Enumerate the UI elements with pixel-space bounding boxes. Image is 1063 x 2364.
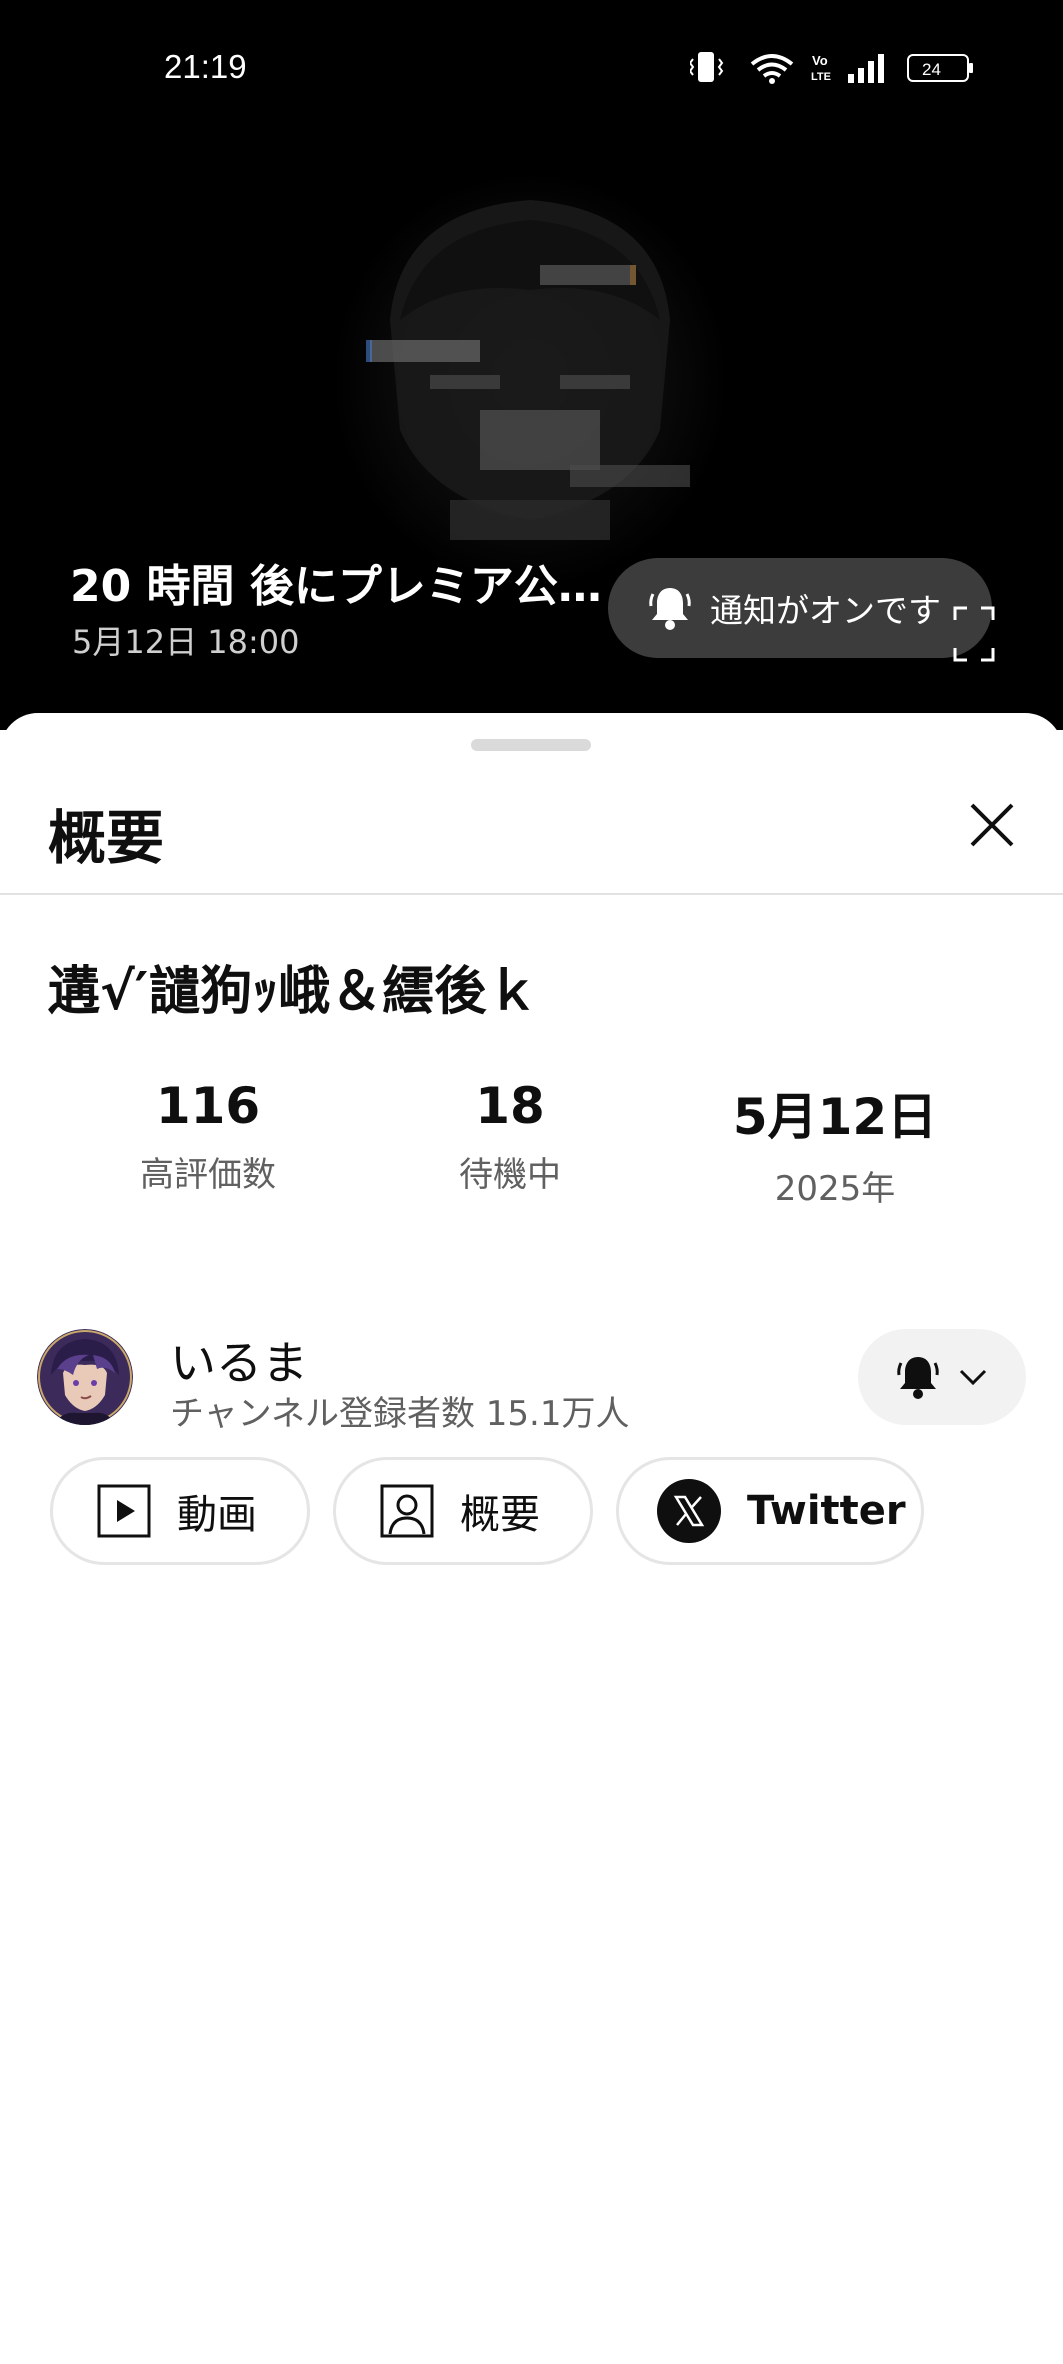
status-time: 21:19 <box>164 48 247 85</box>
description-sheet: 概要 遘√′譴狗ｯ峨＆繧後ｋ 116 高評価数 18 待機中 5月12日 202… <box>0 713 1063 2364</box>
stat-likes: 116 高評価数 <box>108 1077 308 1196</box>
subscriber-count: チャンネル登録者数 15.1万人 <box>170 1394 630 1434</box>
screen: 21:19 Vo LTE 24 20 時間 後にプレミア公… 5月12日 18:… <box>0 0 1063 2364</box>
chip-label: Twitter <box>747 1488 906 1534</box>
volte-icon: Vo LTE <box>811 53 831 83</box>
chip-label: 動画 <box>177 1492 257 1538</box>
vibrate-icon <box>690 52 724 82</box>
stat-waiting: 18 待機中 <box>410 1077 610 1196</box>
svg-text:Vo: Vo <box>812 53 828 68</box>
notification-on-label: 通知がオンです <box>710 591 941 630</box>
channel-name[interactable]: いるま <box>170 1327 308 1393</box>
status-icons: Vo LTE 24 <box>690 52 973 84</box>
x-logo-icon <box>657 1479 721 1543</box>
premiere-datetime: 5月12日 18:00 <box>72 623 300 661</box>
premiere-countdown-title: 20 時間 後にプレミア公… <box>70 561 602 612</box>
sheet-drag-handle[interactable] <box>471 739 591 751</box>
video-player[interactable]: 21:19 Vo LTE 24 20 時間 後にプレミア公… 5月12日 18:… <box>0 0 1063 730</box>
thumbnail-artwork <box>366 200 690 540</box>
stat-date: 5月12日 2025年 <box>700 1077 970 1210</box>
stat-label: 待機中 <box>459 1155 561 1195</box>
close-icon[interactable] <box>962 795 1022 855</box>
play-icon <box>97 1484 151 1538</box>
stat-value: 116 <box>155 1077 261 1135</box>
channel-avatar[interactable] <box>37 1329 133 1425</box>
battery-level: 24 <box>922 60 941 79</box>
notification-on-toast[interactable]: 通知がオンです <box>608 558 992 658</box>
stat-label: 高評価数 <box>140 1155 276 1195</box>
stat-value: 5月12日 <box>732 1088 938 1146</box>
wifi-icon <box>750 54 794 84</box>
videos-chip[interactable]: 動画 <box>50 1457 310 1565</box>
stat-value: 18 <box>475 1077 545 1135</box>
sheet-title: 概要 <box>48 804 165 872</box>
header-divider <box>0 893 1063 895</box>
chevron-down-icon <box>959 1369 987 1386</box>
bell-ringing-icon <box>897 1357 939 1399</box>
fullscreen-icon[interactable] <box>953 606 995 662</box>
person-icon <box>380 1484 434 1538</box>
twitter-link-chip[interactable]: Twitter <box>616 1457 924 1565</box>
signal-icon <box>848 54 884 83</box>
about-chip[interactable]: 概要 <box>333 1457 593 1565</box>
stat-label: 2025年 <box>774 1169 896 1209</box>
video-title: 遘√′譴狗ｯ峨＆繧後ｋ <box>48 962 539 1022</box>
chip-label: 概要 <box>460 1492 540 1538</box>
battery-icon: 24 <box>907 54 973 82</box>
bell-icon <box>649 588 691 630</box>
subscription-notification-button[interactable] <box>858 1329 1026 1425</box>
svg-text:LTE: LTE <box>811 71 831 83</box>
